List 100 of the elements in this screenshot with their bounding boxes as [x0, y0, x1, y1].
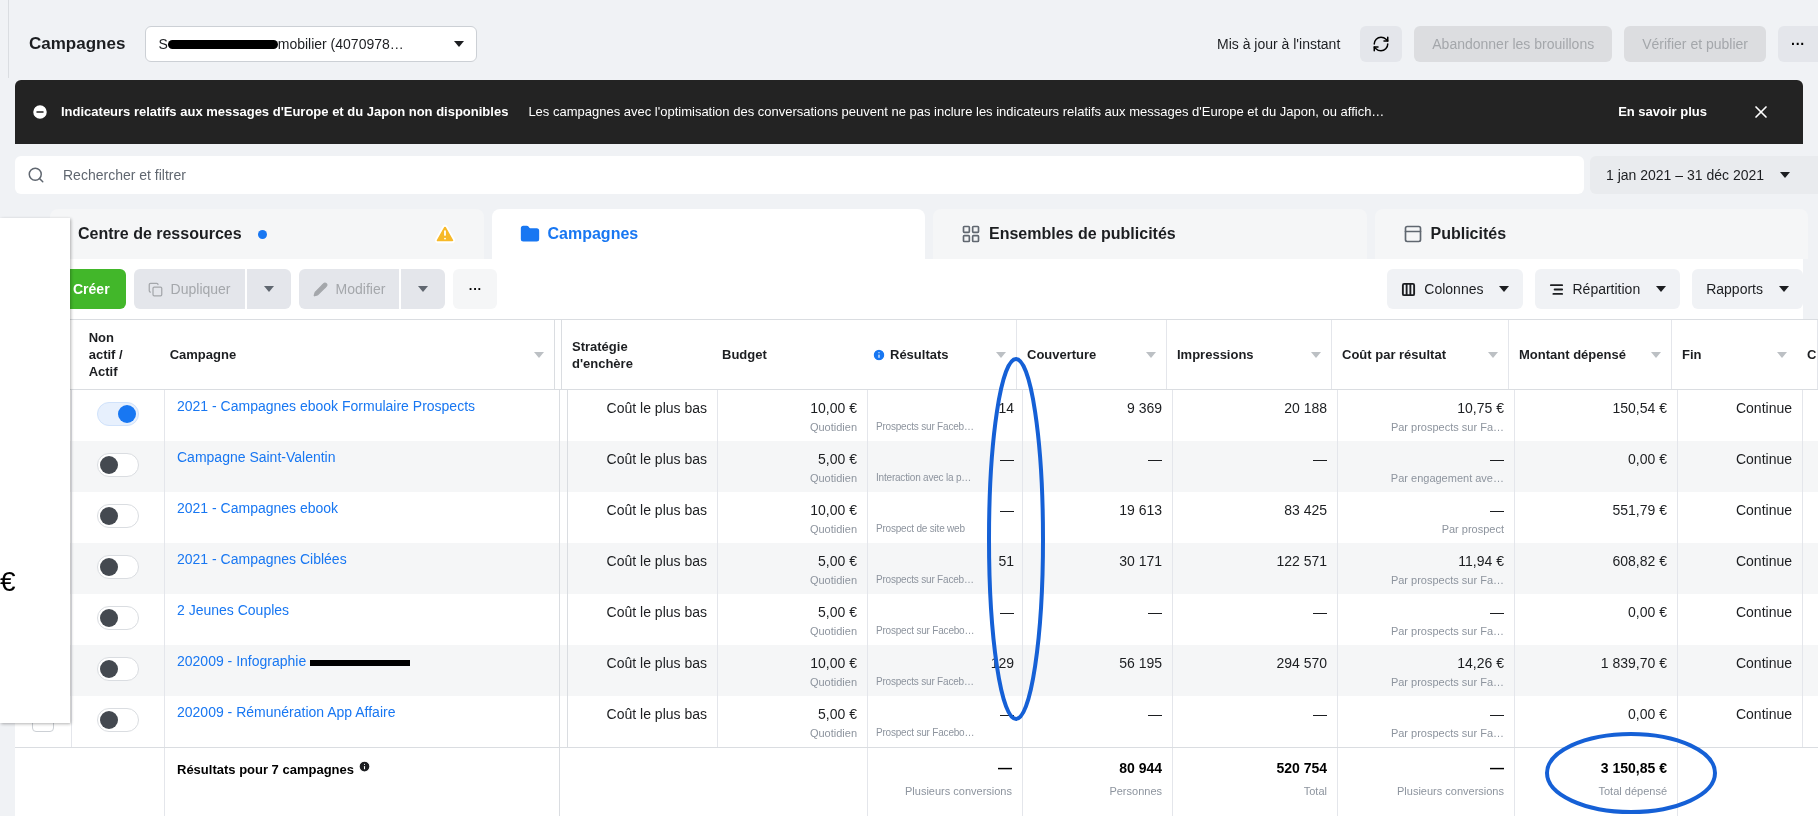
table-cell-text: Continue [1735, 654, 1792, 673]
campaign-link[interactable]: 2 Jeunes Couples [177, 600, 290, 621]
table-cell-text: — [1490, 603, 1504, 622]
table-cell-text: 5,00 € [818, 552, 857, 571]
total-value: 520 754 [1276, 759, 1327, 778]
caret-icon [996, 351, 1006, 358]
table-cell-text: 20 188 [1284, 399, 1327, 418]
table-cell-text: 150,54 € [1612, 399, 1667, 418]
table-cell-text: Coût le plus bas [606, 705, 707, 724]
toggle-switch[interactable] [97, 708, 139, 732]
table-cell-text: Coût le plus bas [606, 399, 707, 418]
column-header[interactable]: Stratégie d'enchère [572, 337, 652, 372]
cell-caption: Par prospects sur Fa… [1390, 420, 1504, 435]
grid-icon [961, 224, 981, 244]
refresh-icon [1372, 35, 1391, 53]
toolbar-button[interactable]: Rapports [1692, 269, 1803, 309]
toggle-switch[interactable] [97, 504, 139, 528]
cell-caption: Par engagement ave… [1390, 471, 1504, 486]
search-field[interactable]: Rechercher et filtrer [15, 156, 1584, 194]
caret-icon [1651, 351, 1661, 358]
total-caption: Personnes [1109, 784, 1162, 799]
tab[interactable]: Campagnes [491, 209, 925, 259]
cell-caption: Quotidien [809, 471, 857, 486]
column-header[interactable]: Fin [1682, 344, 1702, 365]
refresh-button[interactable] [1360, 26, 1403, 62]
table-cell-text: Coût le plus bas [606, 552, 707, 571]
column-header[interactable]: C [1807, 344, 1817, 365]
toolbar-button[interactable]: Colonnes [1387, 269, 1524, 309]
cell-caption: Prospect de site web [876, 522, 965, 536]
table-cell-text: Continue [1735, 705, 1792, 724]
campaign-link[interactable]: 2021 - Campagnes ebook Formulaire Prospects [177, 396, 476, 417]
table-cell-text: — [1490, 450, 1504, 469]
table-cell-text: 83 425 [1284, 501, 1327, 520]
campaign-link[interactable]: 2021 - Campagnes ebook [177, 498, 339, 519]
column-header[interactable]: Non actif / Actif [88, 329, 139, 380]
table-cell-text: — [1313, 705, 1327, 724]
caret-icon [454, 41, 465, 47]
table-cell-text: — [1000, 603, 1014, 622]
info-icon [358, 760, 371, 773]
toggle-switch[interactable] [97, 555, 139, 579]
breakdown-icon [1549, 281, 1565, 297]
column-header[interactable]: Montant dépensé [1519, 344, 1626, 365]
campaign-link[interactable]: 2021 - Campagnes Ciblées [177, 549, 347, 570]
learn-more-link[interactable]: En savoir plus [1618, 102, 1707, 122]
cell-caption: Quotidien [809, 420, 857, 435]
table-cell-text: 19 613 [1119, 501, 1162, 520]
cell-caption: Prospects sur Faceb… [876, 573, 974, 587]
cell-caption: Prospects sur Faceb… [876, 675, 974, 689]
total-value: — [1490, 759, 1504, 778]
table-cell-text: 5,00 € [818, 705, 857, 724]
pencil-icon [312, 281, 328, 297]
banner-text: Les campagnes avec l'optimisation des conversations peuvent ne pas inclure les indicateurs relatifs aux messages d'Europe et du Japon, ou affich… [528, 103, 1385, 122]
tab[interactable]: Centre de ressources [50, 209, 484, 259]
caret-icon [1146, 351, 1156, 358]
account-dropdown[interactable]: S mobilier (4070978… [145, 26, 478, 62]
tab[interactable]: Ensembles de publicités [933, 209, 1367, 259]
folder-icon [519, 224, 540, 244]
table-cell-text: — [1148, 450, 1162, 469]
blocked-icon [31, 103, 49, 121]
toggle-switch[interactable] [97, 402, 139, 426]
column-header[interactable]: Impressions [1177, 344, 1254, 365]
table-cell-text: Continue [1735, 552, 1792, 571]
campaign-link[interactable]: 202009 - Infographie [177, 651, 307, 672]
banner-title: Indicateurs relatifs aux messages d'Europe et du Japon non disponibles [61, 103, 509, 122]
table-cell-text: — [1148, 603, 1162, 622]
table-cell-text: 5,00 € [818, 450, 857, 469]
column-header[interactable]: Couverture [1027, 344, 1097, 365]
more-button[interactable]: ··· [453, 269, 498, 309]
column-header[interactable]: Budget [722, 344, 767, 365]
warning-icon [433, 223, 456, 245]
more-button[interactable]: ··· [1778, 26, 1818, 62]
cell-caption: Quotidien [809, 726, 857, 741]
total-value: 80 944 [1119, 759, 1162, 778]
caret-icon [263, 286, 274, 292]
caret-icon [1779, 286, 1789, 292]
table-cell-text: 122 571 [1276, 552, 1327, 571]
column-header[interactable]: Résultats [890, 344, 949, 365]
table-cell-text: Coût le plus bas [606, 603, 707, 622]
page-title: Campagnes [29, 33, 126, 56]
caret-icon [533, 351, 544, 358]
cell-caption: Interaction avec la p… [876, 471, 972, 485]
caret-icon [1488, 351, 1498, 358]
date-range-button[interactable]: 1 jan 2021 – 31 déc 2021 [1590, 156, 1818, 194]
toolbar-button[interactable]: Répartition [1535, 269, 1681, 309]
columns-icon [1401, 281, 1417, 297]
caret-icon [1499, 286, 1510, 292]
cell-caption: Par prospect [1441, 522, 1504, 537]
column-header[interactable]: Coût par résultat [1342, 344, 1446, 365]
campaign-link[interactable]: Campagne Saint-Valentin [177, 447, 336, 468]
toggle-switch[interactable] [97, 657, 139, 681]
tab[interactable]: Publicités [1374, 209, 1808, 259]
table-cell-text: Coût le plus bas [606, 450, 707, 469]
campaign-link[interactable]: 202009 - Rémunération App Affaire [177, 702, 396, 723]
column-header[interactable]: Campagne [169, 344, 237, 365]
cell-caption: Quotidien [809, 522, 857, 537]
table-cell-text: — [1000, 501, 1014, 520]
toggle-switch[interactable] [97, 606, 139, 630]
search-icon [27, 166, 45, 184]
caret-icon [1777, 351, 1787, 358]
toggle-switch[interactable] [97, 453, 139, 477]
